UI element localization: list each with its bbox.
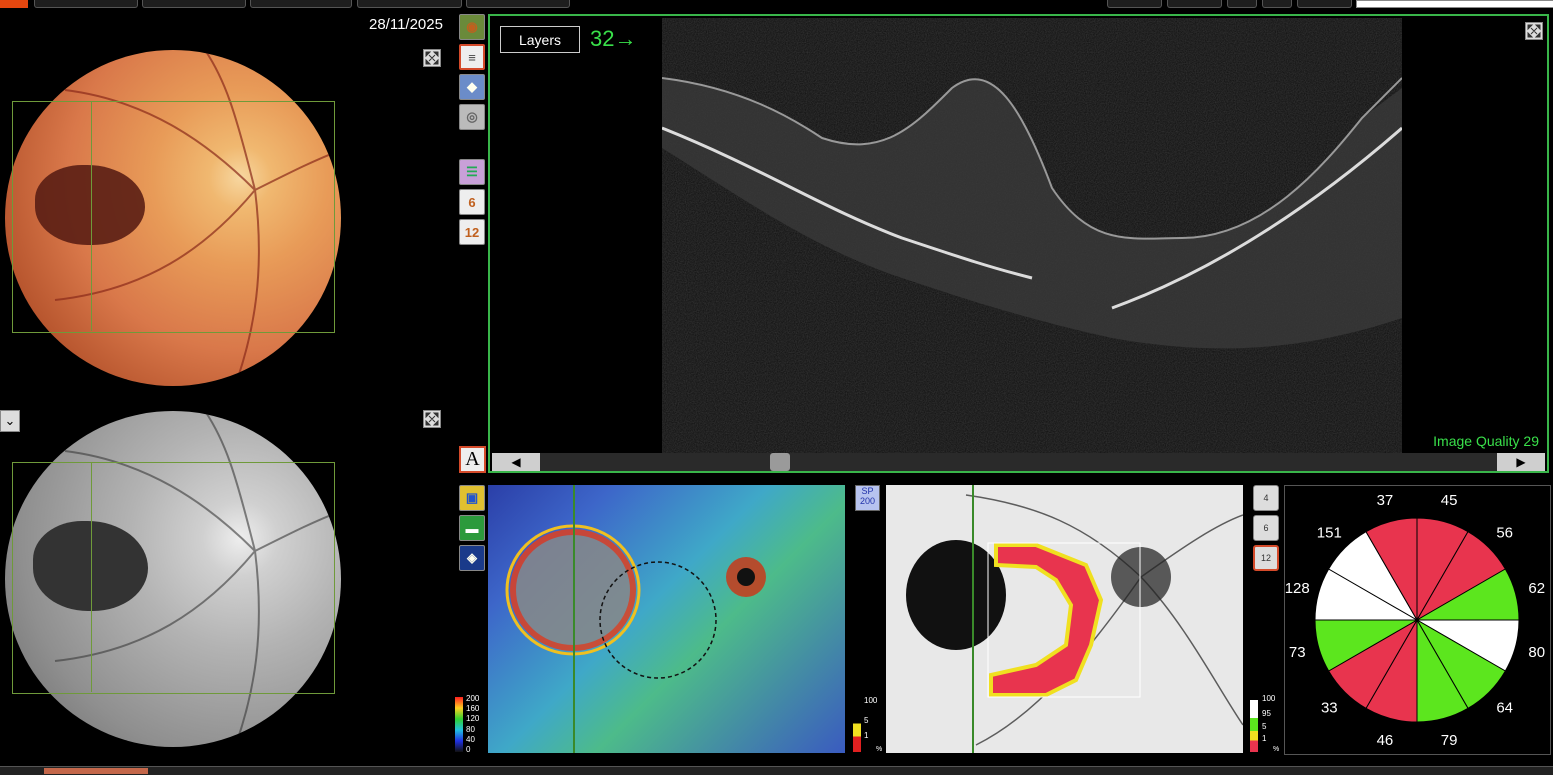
scale-label: 80 (466, 725, 475, 734)
scan-area-divider (91, 101, 92, 331)
sector-value-label: 56 (1496, 524, 1513, 541)
top-toolbar-button-2[interactable] (142, 0, 246, 8)
scan-area-box (12, 101, 335, 333)
top-toolbar-button-1[interactable] (34, 0, 138, 8)
scale-label: 0 (466, 745, 471, 754)
scale-label: 1 (864, 731, 869, 740)
sector-value-label: 128 (1285, 580, 1310, 597)
scale-label: 100 (864, 696, 878, 705)
sector-value-label: 73 (1289, 644, 1306, 661)
expand-icon[interactable] (1525, 22, 1543, 40)
top-toolbar-button-7[interactable] (1167, 0, 1222, 8)
top-toolbar-button-4[interactable] (357, 0, 462, 8)
surface-map-icon[interactable]: ▬ (459, 515, 485, 541)
retinal-layers-graphic (662, 18, 1402, 454)
grid-6-icon[interactable]: 6 (459, 189, 485, 215)
sector-wheel: 45 56 62 80 64 79 46 33 73 128 151 37 (1285, 492, 1545, 749)
bottom-tab[interactable] (44, 768, 148, 774)
top-toolbar-button-3[interactable] (250, 0, 352, 8)
thickness-map-graphic (505, 485, 766, 753)
circle-scan-icon[interactable]: ◎ (459, 104, 485, 130)
sector-value-label: 45 (1441, 492, 1458, 509)
search-input[interactable] (1356, 0, 1553, 8)
3d-map-icon[interactable]: ◈ (459, 545, 485, 571)
scale-label: 5 (864, 716, 869, 725)
scale-label: 5 (1262, 722, 1267, 731)
sector-value-label: 151 (1317, 524, 1342, 541)
sector-value-label: 37 (1377, 492, 1394, 509)
grid-4-button[interactable]: 4 (1253, 485, 1279, 511)
scroll-left-button[interactable]: ◀ (492, 453, 540, 471)
grid-12-icon[interactable]: 12 (459, 219, 485, 245)
layers-view-icon[interactable]: ☰ (459, 159, 485, 185)
image-quality-label: Image Quality 29 (1433, 433, 1539, 449)
top-toolbar-button-5[interactable] (466, 0, 570, 8)
annotation-button[interactable]: A (459, 446, 486, 473)
sector-value-label: 64 (1496, 700, 1513, 717)
thickness-color-scale (455, 697, 463, 752)
scroll-right-button[interactable]: ▶ (1497, 453, 1545, 471)
exam-date: 28/11/2025 (369, 16, 443, 33)
slice-scrollbar[interactable]: ◀ ▶ (492, 453, 1545, 471)
grid-6-button[interactable]: 6 (1253, 515, 1279, 541)
bscan-view-icon[interactable]: ≡ (459, 44, 485, 70)
sp-200-button[interactable]: SP 200 (855, 485, 880, 511)
scale-label: 120 (466, 714, 480, 723)
scale-label: 100 (1262, 694, 1276, 703)
sector-value-label: 79 (1441, 732, 1458, 749)
scan-area-divider (91, 462, 92, 692)
sector-value-label: 33 (1321, 700, 1338, 717)
scale-label: 95 (1262, 709, 1271, 718)
layers-button[interactable]: Layers (500, 26, 580, 53)
oct-bscan-panel[interactable]: Layers 32→ Image Quality 29 ◀ ▶ (488, 14, 1549, 473)
scale-label: % (1273, 746, 1280, 753)
app-menu-button[interactable] (0, 0, 28, 8)
sector-value-label: 80 (1528, 644, 1545, 661)
sector-value-label: 62 (1528, 580, 1545, 597)
sector-color-scale (1250, 700, 1258, 752)
sector-thickness-panel: 45 56 62 80 64 79 46 33 73 128 151 37 (1284, 485, 1551, 755)
oct-bscan-image[interactable] (662, 18, 1402, 454)
scan-area-box (12, 462, 335, 694)
sector-value-label: 46 (1377, 732, 1394, 749)
grid-12-button[interactable]: 12 (1253, 545, 1279, 571)
scale-label: % (876, 746, 883, 753)
thickness-map-icon[interactable]: ▣ (459, 485, 485, 511)
deviation-map[interactable] (886, 485, 1243, 753)
sp-value: 200 (859, 496, 876, 506)
top-toolbar-button-6[interactable] (1107, 0, 1162, 8)
sp-label: SP (861, 486, 874, 496)
scroll-thumb[interactable] (770, 453, 790, 471)
top-toolbar-button-10[interactable] (1297, 0, 1352, 8)
fundus-view-icon[interactable]: ◉ (459, 14, 485, 40)
scale-label: 1 (1262, 734, 1267, 743)
3d-cube-icon[interactable]: ◆ (459, 74, 485, 100)
expand-icon[interactable] (423, 410, 441, 428)
scale-label: 200 (466, 694, 480, 703)
top-toolbar-button-8[interactable] (1227, 0, 1257, 8)
slice-indicator: 32→ (590, 26, 637, 51)
expand-icon[interactable] (423, 49, 441, 67)
scale-label: 40 (466, 735, 475, 744)
scale-label: 160 (466, 704, 480, 713)
thickness-map[interactable] (488, 485, 845, 753)
deviation-color-scale (853, 700, 861, 752)
deviation-map-graphic (906, 485, 1243, 753)
top-toolbar-button-9[interactable] (1262, 0, 1292, 8)
